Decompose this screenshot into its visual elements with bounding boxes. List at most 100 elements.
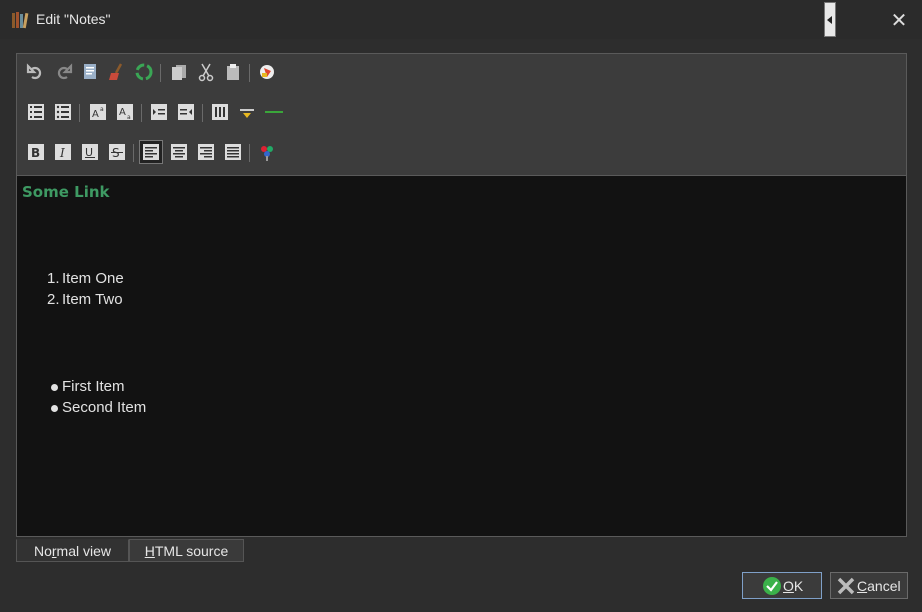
outdent-icon — [178, 104, 194, 120]
align-center-button[interactable] — [168, 141, 190, 163]
toolbar-separator — [133, 144, 134, 162]
superscript-icon: Aa — [90, 104, 106, 120]
ok-accel: O — [783, 578, 794, 594]
title-bar: Edit "Notes" ✕ — [0, 0, 922, 39]
color-palette-icon — [261, 146, 273, 161]
insert-table-button[interactable] — [209, 101, 231, 123]
list-number: 1. — [47, 270, 60, 287]
italic-icon: I — [55, 144, 71, 160]
cancel-x-icon — [837, 577, 855, 595]
horizontal-line-icon — [265, 111, 283, 113]
subscript-button[interactable]: Aa — [114, 101, 136, 123]
list-number: 2. — [47, 291, 60, 308]
cancel-label: ancel — [867, 578, 901, 594]
bold-icon: B — [28, 144, 44, 160]
underline-button[interactable]: U — [79, 141, 101, 163]
ok-label: K — [793, 578, 804, 594]
italic-button[interactable]: I — [52, 141, 74, 163]
tab-label-post: TML source — [154, 543, 229, 559]
justify-button[interactable] — [222, 141, 244, 163]
toolbar-row-edit — [25, 61, 295, 85]
svg-text:A: A — [92, 109, 99, 120]
toolbar-separator — [141, 104, 142, 122]
bullet-list-icon — [55, 104, 71, 120]
align-center-icon — [171, 144, 187, 160]
strikethrough-icon: S — [109, 144, 125, 160]
indent-button[interactable] — [148, 101, 170, 123]
paste-button[interactable] — [222, 61, 244, 83]
align-left-button[interactable] — [139, 140, 163, 164]
paste-icon — [227, 64, 239, 80]
recycle-icon — [135, 63, 153, 81]
outdent-button[interactable] — [175, 101, 197, 123]
tab-label-post: mal view — [56, 543, 112, 559]
cancel-accel: C — [857, 578, 868, 594]
svg-text:I: I — [59, 146, 65, 160]
hyperlink[interactable]: Some Link — [22, 183, 110, 201]
svg-text:a: a — [100, 106, 104, 113]
bullet-list-button[interactable] — [52, 101, 74, 123]
underline-icon: U — [82, 144, 98, 160]
list-item-text: Item Two — [62, 291, 123, 308]
toolbar-separator — [79, 104, 80, 122]
tab-label-pre: No — [33, 543, 52, 559]
strikethrough-button[interactable]: S — [106, 141, 128, 163]
tab-normal-view[interactable]: Normal view — [16, 539, 129, 562]
svg-text:A: A — [119, 107, 126, 118]
text-color-button[interactable] — [256, 141, 278, 163]
document-icon — [84, 64, 96, 79]
recycle-button[interactable] — [133, 61, 155, 83]
copy-icon — [172, 65, 186, 80]
paste-plain-button[interactable] — [79, 61, 101, 83]
copy-button[interactable] — [168, 61, 190, 83]
toolbar-separator — [249, 64, 250, 82]
list-item-text: Second Item — [62, 399, 147, 416]
clear-formatting-button[interactable] — [106, 61, 128, 83]
rich-text-editor: Aa Aa B I U Some Link 1. Item One 2. Ite… — [16, 53, 907, 537]
toolbar-row-format: B I U S — [25, 140, 295, 165]
ok-button[interactable]: OK — [742, 572, 822, 599]
tab-label-accel: H — [144, 543, 155, 559]
toolbar-separator — [202, 104, 203, 122]
svg-text:B: B — [31, 146, 40, 160]
redo-button[interactable] — [52, 61, 74, 83]
align-right-icon — [198, 144, 214, 160]
side-panel-toggle[interactable] — [824, 2, 836, 37]
superscript-button[interactable]: Aa — [87, 101, 109, 123]
subscript-icon: Aa — [117, 104, 133, 121]
cancel-button[interactable]: Cancel — [830, 572, 908, 599]
toolbar-row-lists: Aa Aa — [25, 101, 295, 125]
bullet-dot — [51, 384, 58, 391]
scissors-icon — [198, 63, 214, 82]
redo-icon — [57, 63, 73, 80]
library-books-icon — [12, 12, 29, 29]
tab-html-source[interactable]: HTML source — [129, 539, 244, 562]
broom-icon — [109, 63, 123, 80]
formatting-toolbar: Aa Aa B I U — [17, 54, 906, 176]
svg-text:a: a — [127, 114, 131, 121]
justify-icon — [225, 144, 241, 160]
table-icon — [212, 104, 228, 120]
toolbar-separator — [249, 144, 250, 162]
list-item-text: First Item — [62, 378, 125, 395]
bold-button[interactable]: B — [25, 141, 47, 163]
indent-icon — [151, 104, 167, 120]
insert-symbol-button[interactable] — [236, 101, 258, 123]
horizontal-line-button[interactable] — [263, 101, 285, 123]
toolbar-separator — [160, 64, 161, 82]
close-window-button[interactable]: ✕ — [884, 6, 914, 34]
symbol-icon — [240, 109, 254, 118]
align-right-button[interactable] — [195, 141, 217, 163]
window-title: Edit "Notes" — [36, 11, 111, 27]
insert-image-button[interactable] — [256, 61, 278, 83]
undo-icon — [26, 63, 42, 80]
numbered-list-button[interactable] — [25, 101, 47, 123]
editor-content-area[interactable]: Some Link 1. Item One 2. Item Two First … — [17, 176, 906, 536]
bullet-dot — [51, 405, 58, 412]
image-icon — [260, 65, 274, 79]
undo-button[interactable] — [25, 61, 47, 83]
cut-button[interactable] — [195, 61, 217, 83]
numbered-list-icon — [28, 104, 44, 120]
list-item-text: Item One — [62, 270, 124, 287]
align-left-icon — [143, 144, 159, 160]
